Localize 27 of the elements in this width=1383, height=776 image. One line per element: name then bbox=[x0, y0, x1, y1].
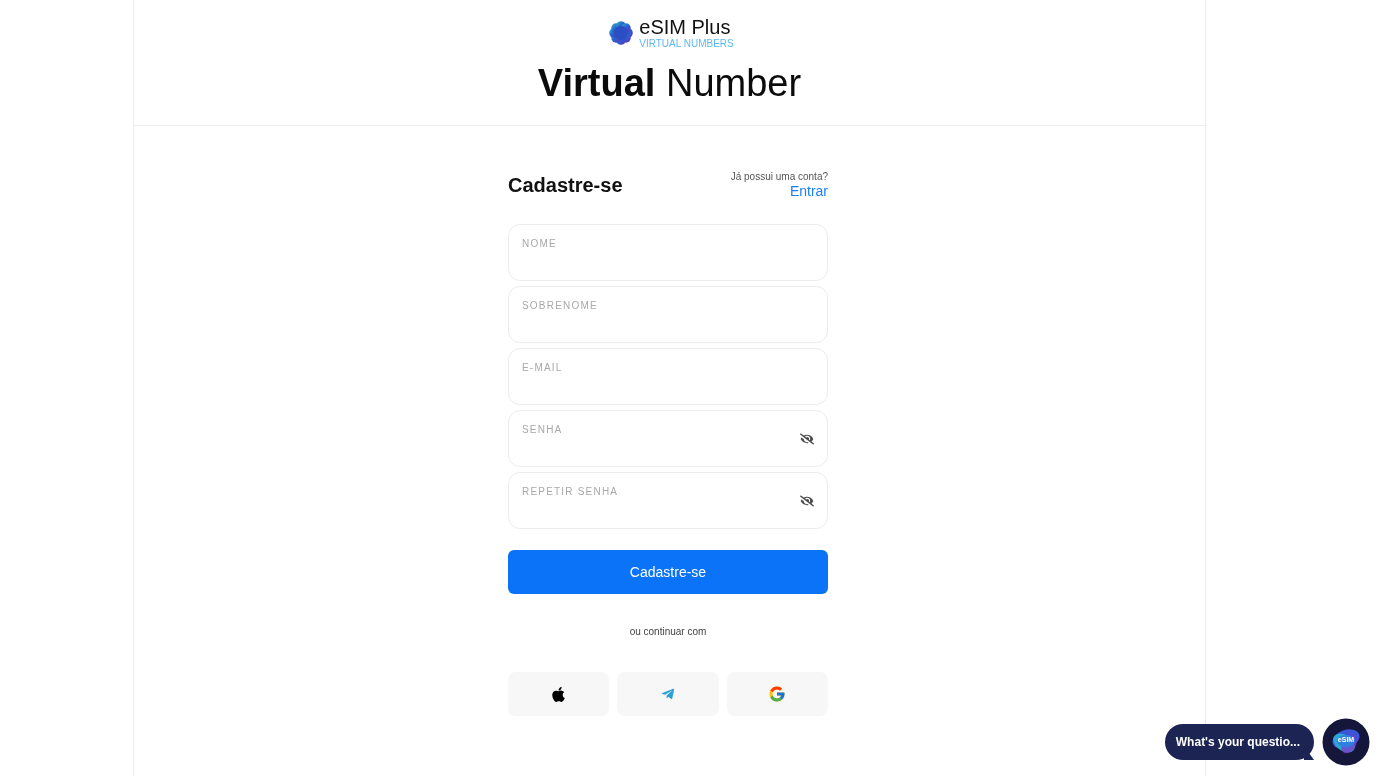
field-label: REPETIR SENHA bbox=[522, 486, 620, 498]
field-label: SENHA bbox=[522, 424, 564, 436]
brand-tagline: VIRTUAL NUMBERS bbox=[639, 38, 734, 49]
form-title: Cadastre-se bbox=[508, 173, 623, 198]
input-field[interactable]: E-MAIL bbox=[508, 348, 828, 405]
input-field[interactable]: NOME bbox=[508, 224, 828, 281]
brand-name: eSIM Plus bbox=[639, 17, 732, 38]
chat-prompt-bubble[interactable]: What's your questio... bbox=[1164, 724, 1314, 760]
field-label: SOBRENOME bbox=[522, 300, 599, 312]
eye-slash-icon[interactable] bbox=[800, 493, 814, 508]
login-prompt: Já possui uma conta? bbox=[730, 171, 828, 183]
paper-plane-icon bbox=[661, 687, 675, 701]
signup-button[interactable]: Cadastre-se bbox=[508, 550, 828, 594]
input-field[interactable]: REPETIR SENHA bbox=[508, 472, 828, 529]
g-logo-icon bbox=[768, 685, 787, 703]
page-title: Virtual Number bbox=[537, 61, 802, 105]
chat-logo-icon bbox=[1322, 718, 1370, 766]
login-link[interactable]: Entrar bbox=[789, 183, 828, 199]
alt-login-text: ou continuar com bbox=[628, 626, 708, 638]
field-label: E-MAIL bbox=[522, 362, 564, 374]
apple-icon bbox=[550, 685, 568, 703]
eye-slash-icon[interactable] bbox=[800, 431, 814, 446]
social-login-button[interactable] bbox=[508, 672, 610, 716]
flower-logo-icon bbox=[609, 21, 634, 45]
field-label: NOME bbox=[522, 238, 558, 250]
input-field[interactable]: SENHA bbox=[508, 410, 828, 467]
input-field[interactable]: SOBRENOME bbox=[508, 286, 828, 343]
